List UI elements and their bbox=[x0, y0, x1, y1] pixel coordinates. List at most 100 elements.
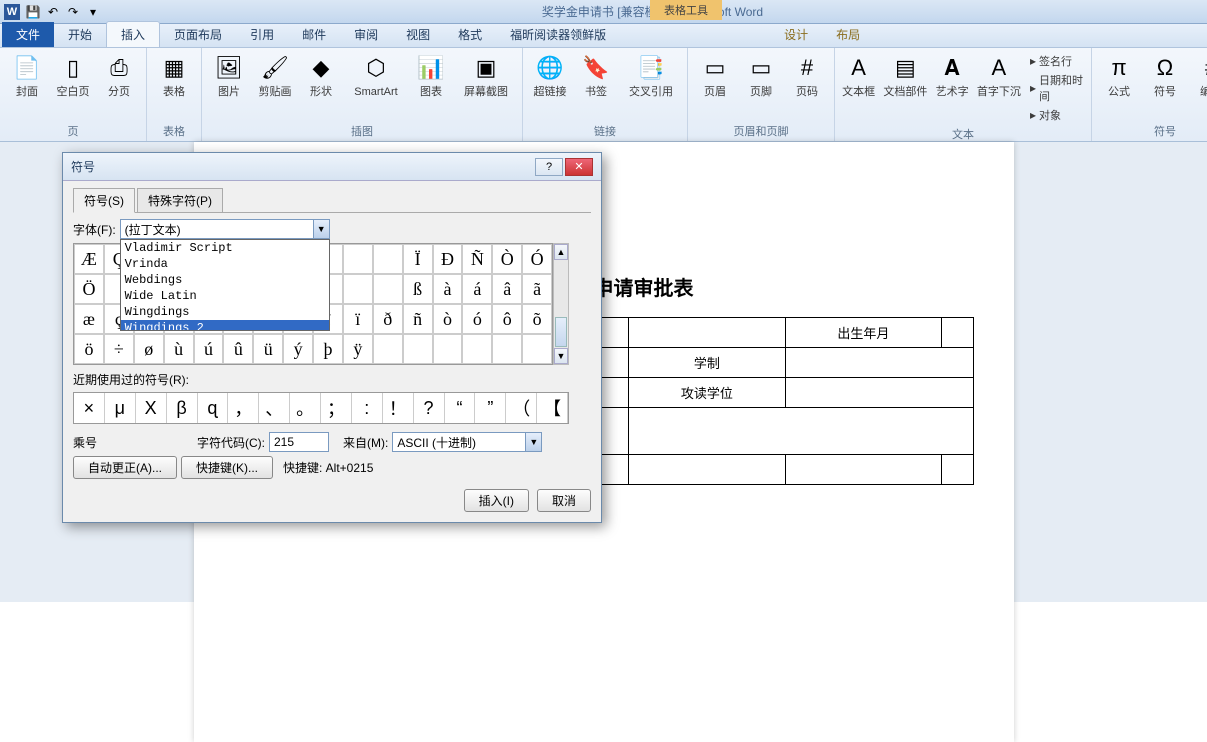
cell[interactable] bbox=[629, 455, 786, 485]
ribbon-超链接[interactable]: 🌐超链接 bbox=[529, 50, 571, 121]
ribbon-交叉引用[interactable]: 📑交叉引用 bbox=[621, 50, 681, 121]
ribbon-剪贴画[interactable]: 🖌剪贴画 bbox=[254, 50, 296, 121]
recent-symbol[interactable]: ！ bbox=[383, 393, 414, 423]
recent-symbol[interactable]: （ bbox=[506, 393, 537, 423]
ribbon-首字下沉[interactable]: A首字下沉 bbox=[974, 50, 1024, 124]
symbol-cell[interactable]: Ò bbox=[492, 244, 522, 274]
tab-邮件[interactable]: 邮件 bbox=[288, 22, 340, 47]
symbol-cell[interactable]: â bbox=[492, 274, 522, 304]
ribbon-页码[interactable]: #页码 bbox=[786, 50, 828, 121]
symbol-cell[interactable]: á bbox=[462, 274, 492, 304]
ribbon-形状[interactable]: ◆形状 bbox=[300, 50, 342, 121]
ribbon-艺术字[interactable]: 𝐀艺术字 bbox=[935, 50, 970, 124]
recent-symbol[interactable]: ” bbox=[475, 393, 506, 423]
ribbon-书签[interactable]: 🔖书签 bbox=[575, 50, 617, 121]
symbol-cell[interactable]: à bbox=[433, 274, 463, 304]
recent-symbol[interactable]: ； bbox=[321, 393, 352, 423]
font-input[interactable] bbox=[120, 219, 330, 239]
symbol-cell[interactable]: Ï bbox=[403, 244, 433, 274]
recent-symbol[interactable]: μ bbox=[105, 393, 136, 423]
font-option[interactable]: Vrinda bbox=[121, 256, 329, 272]
symbol-cell[interactable]: Đ bbox=[433, 244, 463, 274]
recent-symbol[interactable]: ? bbox=[414, 393, 445, 423]
ribbon-图片[interactable]: 🖼图片 bbox=[208, 50, 250, 121]
ribbon-对象[interactable]: ▸对象 bbox=[1028, 106, 1085, 124]
symbol-cell[interactable]: õ bbox=[522, 304, 552, 334]
tab-symbols[interactable]: 符号(S) bbox=[73, 188, 135, 213]
tab-页面布局[interactable]: 页面布局 bbox=[160, 22, 236, 47]
recent-symbol[interactable]: β bbox=[167, 393, 198, 423]
symbol-cell[interactable]: Ö bbox=[74, 274, 104, 304]
recent-symbol[interactable]: 。 bbox=[290, 393, 321, 423]
scroll-down-icon[interactable]: ▼ bbox=[554, 348, 568, 364]
tab-格式[interactable]: 格式 bbox=[444, 22, 496, 47]
symbol-cell[interactable]: ü bbox=[253, 334, 283, 364]
ribbon-文档部件[interactable]: ▤文档部件 bbox=[880, 50, 930, 124]
symbol-cell[interactable]: ã bbox=[522, 274, 552, 304]
symbol-cell[interactable]: Ñ bbox=[462, 244, 492, 274]
tab-开始[interactable]: 开始 bbox=[54, 22, 106, 47]
file-tab[interactable]: 文件 bbox=[2, 22, 54, 47]
ribbon-文本框[interactable]: A文本框 bbox=[841, 50, 876, 124]
scroll-thumb[interactable] bbox=[555, 317, 567, 347]
ribbon-分页[interactable]: ⎙分页 bbox=[98, 50, 140, 121]
symbol-cell[interactable]: û bbox=[223, 334, 253, 364]
insert-button[interactable]: 插入(I) bbox=[464, 489, 529, 512]
recent-symbol[interactable]: ， bbox=[228, 393, 259, 423]
recent-symbol[interactable]: “ bbox=[445, 393, 476, 423]
scroll-up-icon[interactable]: ▲ bbox=[554, 244, 568, 260]
symbol-cell[interactable] bbox=[373, 274, 403, 304]
ribbon-SmartArt[interactable]: ⬡SmartArt bbox=[346, 50, 406, 121]
tab-引用[interactable]: 引用 bbox=[236, 22, 288, 47]
recent-symbol[interactable]: × bbox=[74, 393, 105, 423]
recent-symbol[interactable]: : bbox=[352, 393, 383, 423]
tab-福昕阅读器领鲜版[interactable]: 福昕阅读器领鲜版 bbox=[496, 22, 620, 47]
tab-布局[interactable]: 布局 bbox=[822, 22, 874, 47]
ribbon-图表[interactable]: 📊图表 bbox=[410, 50, 452, 121]
symbol-cell[interactable]: ß bbox=[403, 274, 433, 304]
cell[interactable] bbox=[942, 455, 973, 485]
symbol-cell[interactable]: ÿ bbox=[343, 334, 373, 364]
tab-设计[interactable]: 设计 bbox=[770, 22, 822, 47]
dialog-titlebar[interactable]: 符号 ? ✕ bbox=[63, 153, 601, 181]
symbol-cell[interactable]: ð bbox=[373, 304, 403, 334]
save-icon[interactable]: 💾 bbox=[24, 3, 42, 21]
symbol-cell[interactable]: ò bbox=[433, 304, 463, 334]
symbol-cell[interactable] bbox=[373, 244, 403, 274]
symbol-cell[interactable] bbox=[343, 244, 373, 274]
ribbon-表格[interactable]: ▦表格 bbox=[153, 50, 195, 121]
cell[interactable] bbox=[785, 348, 973, 378]
ribbon-公式[interactable]: π公式 bbox=[1098, 50, 1140, 121]
ribbon-页眉[interactable]: ▭页眉 bbox=[694, 50, 736, 121]
symbol-cell[interactable]: ø bbox=[134, 334, 164, 364]
symbol-cell[interactable]: ï bbox=[343, 304, 373, 334]
symbol-cell[interactable] bbox=[522, 334, 552, 364]
ribbon-编号[interactable]: #编号 bbox=[1190, 50, 1207, 121]
cell[interactable] bbox=[942, 318, 973, 348]
ribbon-页脚[interactable]: ▭页脚 bbox=[740, 50, 782, 121]
font-combo[interactable]: ▼ Vladimir ScriptVrindaWebdingsWide Lati… bbox=[120, 219, 330, 239]
shortcut-button[interactable]: 快捷键(K)... bbox=[181, 456, 273, 479]
grid-scrollbar[interactable]: ▲ ▼ bbox=[553, 243, 569, 365]
symbol-cell[interactable]: ñ bbox=[403, 304, 433, 334]
tab-视图[interactable]: 视图 bbox=[392, 22, 444, 47]
recent-symbol[interactable]: ɋ bbox=[198, 393, 229, 423]
recent-symbol[interactable]: 【 bbox=[537, 393, 568, 423]
symbol-cell[interactable]: ô bbox=[492, 304, 522, 334]
recent-symbol[interactable]: 、 bbox=[259, 393, 290, 423]
ribbon-屏幕截图[interactable]: ▣屏幕截图 bbox=[456, 50, 516, 121]
cell[interactable] bbox=[629, 408, 973, 455]
symbol-cell[interactable] bbox=[343, 274, 373, 304]
ribbon-签名行[interactable]: ▸签名行 bbox=[1028, 52, 1085, 70]
redo-icon[interactable]: ↷ bbox=[64, 3, 82, 21]
font-dropdown[interactable]: Vladimir ScriptVrindaWebdingsWide LatinW… bbox=[120, 239, 330, 331]
tab-审阅[interactable]: 审阅 bbox=[340, 22, 392, 47]
code-input[interactable] bbox=[269, 432, 329, 452]
symbol-cell[interactable]: ÷ bbox=[104, 334, 134, 364]
close-button[interactable]: ✕ bbox=[565, 158, 593, 176]
symbol-cell[interactable] bbox=[373, 334, 403, 364]
from-input[interactable] bbox=[392, 432, 542, 452]
symbol-cell[interactable] bbox=[403, 334, 433, 364]
qat-menu-icon[interactable]: ▾ bbox=[84, 3, 102, 21]
symbol-cell[interactable]: ú bbox=[194, 334, 224, 364]
